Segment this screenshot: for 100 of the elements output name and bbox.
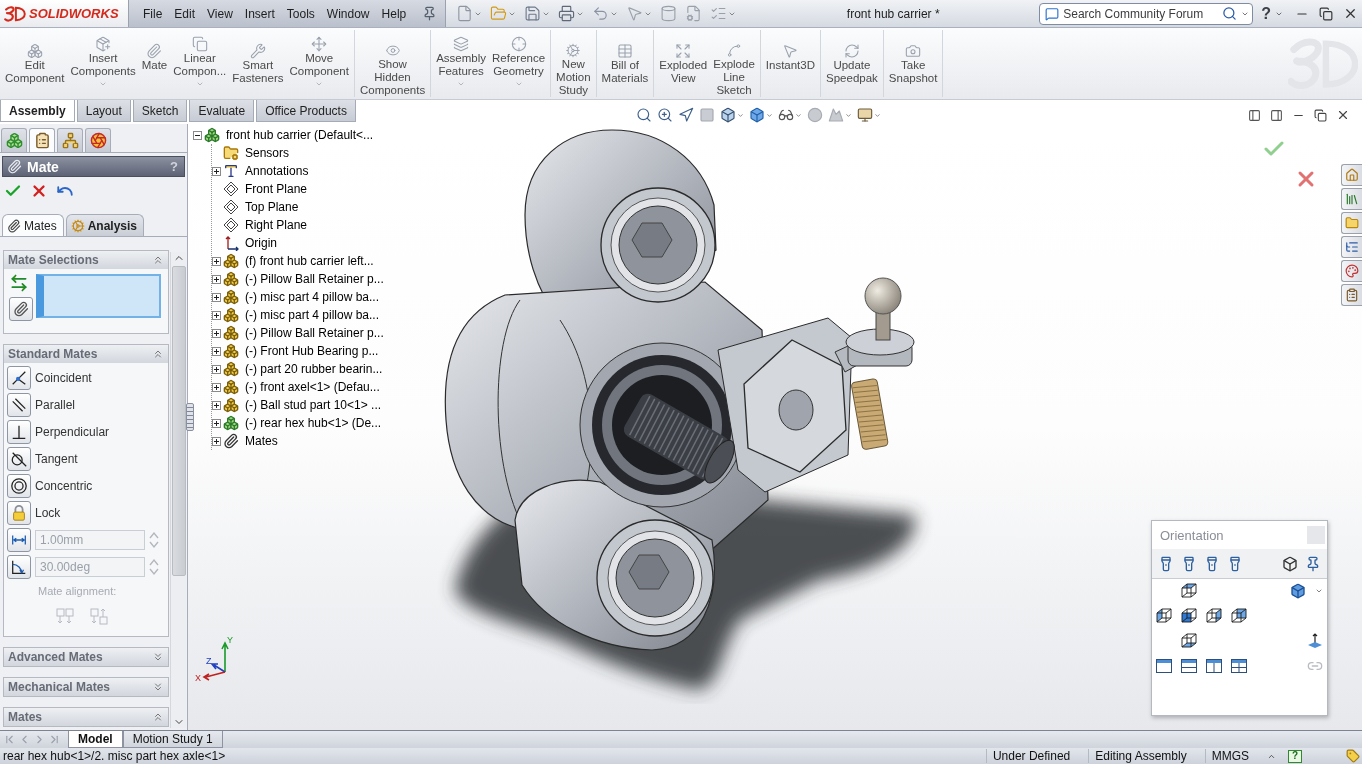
close-icon[interactable]	[1336, 108, 1350, 122]
help-button[interactable]: ?	[1261, 5, 1271, 22]
expand-toggle-icon[interactable]	[212, 382, 221, 392]
cube-icon[interactable]	[1206, 608, 1222, 624]
paperclip-icon[interactable]	[9, 297, 33, 321]
two-viewports-icon[interactable]	[1181, 659, 1197, 673]
panel-tab[interactable]	[85, 128, 111, 152]
command-button[interactable]: New Motion Study	[553, 30, 594, 97]
file-settings-icon[interactable]	[685, 5, 703, 22]
expand-toggle-icon[interactable]	[212, 346, 221, 356]
command-button[interactable]: Instant3D	[762, 30, 819, 97]
cube-icon[interactable]	[720, 107, 736, 123]
section-header[interactable]: Advanced Mates	[4, 648, 168, 666]
command-button[interactable]: Linear Compon...	[170, 30, 230, 97]
command-button[interactable]: Edit Component	[2, 30, 68, 97]
panel-left-icon[interactable]	[1248, 108, 1261, 122]
cube-icon[interactable]	[1181, 633, 1197, 649]
search-icon[interactable]	[1222, 6, 1238, 21]
undo-icon[interactable]	[592, 5, 610, 22]
tree-item[interactable]: Origin	[245, 236, 277, 250]
magnifier-icon[interactable]	[636, 107, 652, 123]
task-pane-tab[interactable]	[1341, 260, 1362, 282]
mate-type-button[interactable]: Coincident	[7, 366, 168, 390]
tree-item[interactable]: (-) front axel<1> (Defau...	[245, 380, 380, 394]
expand-toggle-icon[interactable]	[212, 328, 221, 338]
two-viewports-icon[interactable]	[1206, 659, 1222, 673]
command-button[interactable]: Smart Fasteners	[229, 30, 287, 97]
tab[interactable]: Evaluate	[189, 100, 255, 122]
tree-item[interactable]: Right Plane	[245, 218, 308, 232]
cube-icon[interactable]	[1156, 608, 1172, 624]
expand-toggle-icon[interactable]	[212, 364, 221, 374]
flashlight-icon[interactable]	[1158, 555, 1174, 572]
cube-icon[interactable]	[1231, 608, 1247, 624]
menu-item[interactable]: Help	[375, 2, 413, 25]
angle-icon[interactable]	[7, 555, 31, 579]
scrollbar[interactable]	[170, 252, 186, 728]
command-button[interactable]: Show Hidden Components	[356, 30, 429, 97]
document-icon[interactable]	[456, 5, 474, 22]
mate-type-button[interactable]: Parallel	[7, 393, 168, 417]
save-icon[interactable]	[524, 5, 542, 22]
command-button[interactable]: Take Snapshot	[885, 30, 941, 97]
search-field[interactable]: Search Community Forum	[1039, 2, 1254, 25]
four-viewports-icon[interactable]	[1231, 659, 1247, 673]
section-header[interactable]: Mates	[4, 708, 168, 726]
mate-type-button[interactable]: Tangent	[7, 447, 168, 471]
tree-item[interactable]: Annotations	[245, 164, 309, 178]
command-button[interactable]: Assembly Features	[433, 30, 489, 97]
pin-icon[interactable]	[422, 6, 438, 21]
caret-icon[interactable]	[737, 111, 744, 119]
cube-icon[interactable]	[1181, 608, 1197, 624]
task-pane-tab[interactable]	[1341, 236, 1362, 258]
command-button[interactable]: Explode Line Sketch	[710, 30, 758, 97]
single-viewport-icon[interactable]	[1156, 659, 1172, 673]
tab[interactable]: Mates	[2, 214, 64, 236]
expand-toggle-icon[interactable]	[212, 292, 221, 302]
tree-item[interactable]: (-) Ball stud part 10<1> ...	[245, 398, 382, 412]
caret-icon[interactable]	[766, 111, 773, 119]
panel-tab[interactable]	[57, 128, 83, 152]
tab[interactable]: Layout	[76, 100, 131, 122]
caret-icon[interactable]	[845, 111, 852, 119]
command-button[interactable]: Mate	[138, 30, 171, 97]
selection-list-field[interactable]	[36, 274, 161, 318]
expand-toggle-icon[interactable]	[212, 256, 221, 266]
tree-item[interactable]: front hub carrier (Default<...	[226, 128, 374, 142]
swap-icon[interactable]	[9, 273, 29, 293]
command-button[interactable]: Update Speedpak	[823, 30, 881, 97]
tree-item[interactable]: (-) Pillow Ball Retainer p...	[245, 326, 384, 340]
scrollbar-thumb[interactable]	[171, 266, 186, 576]
tree-item[interactable]: (-) rear hex hub<1> (De...	[245, 416, 382, 430]
panel-right-icon[interactable]	[1270, 108, 1283, 122]
tree-item[interactable]: Mates	[245, 434, 278, 448]
menu-item[interactable]: Window	[320, 2, 376, 25]
distance-icon[interactable]	[7, 528, 31, 552]
tag-icon[interactable]	[1346, 749, 1360, 763]
cylinder-icon[interactable]	[660, 5, 678, 22]
menu-item[interactable]: Tools	[280, 2, 321, 25]
cube-icon[interactable]	[1290, 583, 1306, 599]
flashlight-icon[interactable]	[1204, 555, 1220, 572]
caret-icon[interactable]	[874, 111, 881, 119]
tree-item[interactable]: (f) front hub carrier left...	[245, 254, 374, 268]
navigation-arrow-icon[interactable]	[678, 107, 694, 123]
expand-toggle-icon[interactable]	[212, 274, 221, 284]
flashlight-icon[interactable]	[1227, 555, 1243, 572]
command-button[interactable]: Insert Components	[67, 30, 139, 97]
section-header[interactable]: Standard Mates	[4, 345, 168, 363]
sphere-icon[interactable]	[807, 107, 823, 123]
menu-item[interactable]: View	[201, 2, 239, 25]
expand-toggle-icon[interactable]	[212, 166, 221, 176]
printer-icon[interactable]	[558, 5, 576, 22]
close-icon[interactable]	[1343, 6, 1358, 21]
pin-icon[interactable]	[1305, 555, 1321, 572]
mate-type-button[interactable]: Concentric	[7, 474, 168, 498]
cancel-icon[interactable]	[30, 182, 48, 200]
menu-item[interactable]: Edit	[168, 2, 202, 25]
tree-item[interactable]: (-) Pillow Ball Retainer p...	[245, 272, 384, 286]
arrow-on-plane-icon[interactable]	[1307, 633, 1323, 649]
tree-item[interactable]: (-) misc part 4 pillow ba...	[245, 308, 380, 322]
tree-item[interactable]: Sensors	[245, 146, 290, 160]
zoom-in-icon[interactable]	[657, 107, 673, 123]
list-settings-icon[interactable]	[710, 5, 728, 22]
